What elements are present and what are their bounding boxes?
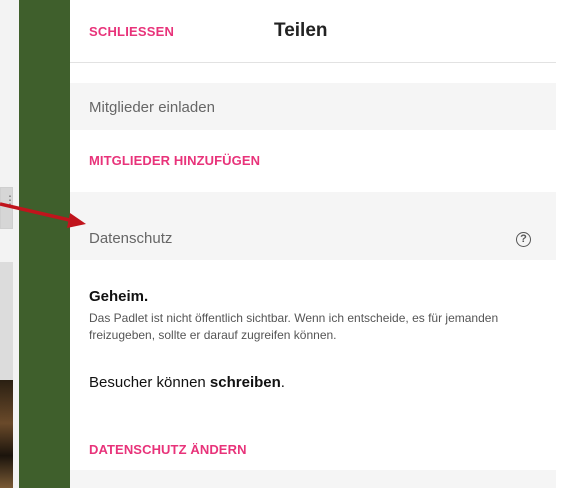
change-privacy-button[interactable]: DATENSCHUTZ ÄNDERN [89, 442, 247, 457]
visitor-permission-value: schreiben [209, 374, 281, 391]
panel-header: SCHLIESSEN Teilen [70, 0, 556, 63]
close-button[interactable]: SCHLIESSEN [89, 24, 174, 39]
next-section [70, 470, 556, 488]
visitor-permission-prefix: Besucher können [89, 374, 210, 391]
visitor-permission: Besucher können schreiben. [89, 374, 285, 391]
privacy-section-label: Datenschutz [89, 230, 173, 247]
background-wall [19, 0, 70, 488]
background-image-card [0, 380, 13, 488]
share-panel: SCHLIESSEN Teilen Mitglieder einladen MI… [70, 0, 556, 488]
privacy-section-header: Datenschutz [70, 192, 556, 260]
more-icon: ⋮ [4, 193, 16, 207]
panel-edge [556, 0, 563, 488]
privacy-level: Geheim. [89, 288, 149, 305]
help-icon[interactable]: ? [516, 232, 531, 247]
members-section-label: Mitglieder einladen [89, 99, 215, 116]
members-section-header: Mitglieder einladen [70, 83, 556, 130]
privacy-description: Das Padlet ist nicht öffentlich sichtbar… [89, 311, 499, 342]
panel-title: Teilen [274, 20, 328, 41]
visitor-permission-suffix: . [280, 374, 285, 391]
background-card-menu[interactable]: ⋮ [0, 187, 16, 229]
background-card [0, 262, 13, 380]
add-members-button[interactable]: MITGLIEDER HINZUFÜGEN [89, 153, 260, 168]
